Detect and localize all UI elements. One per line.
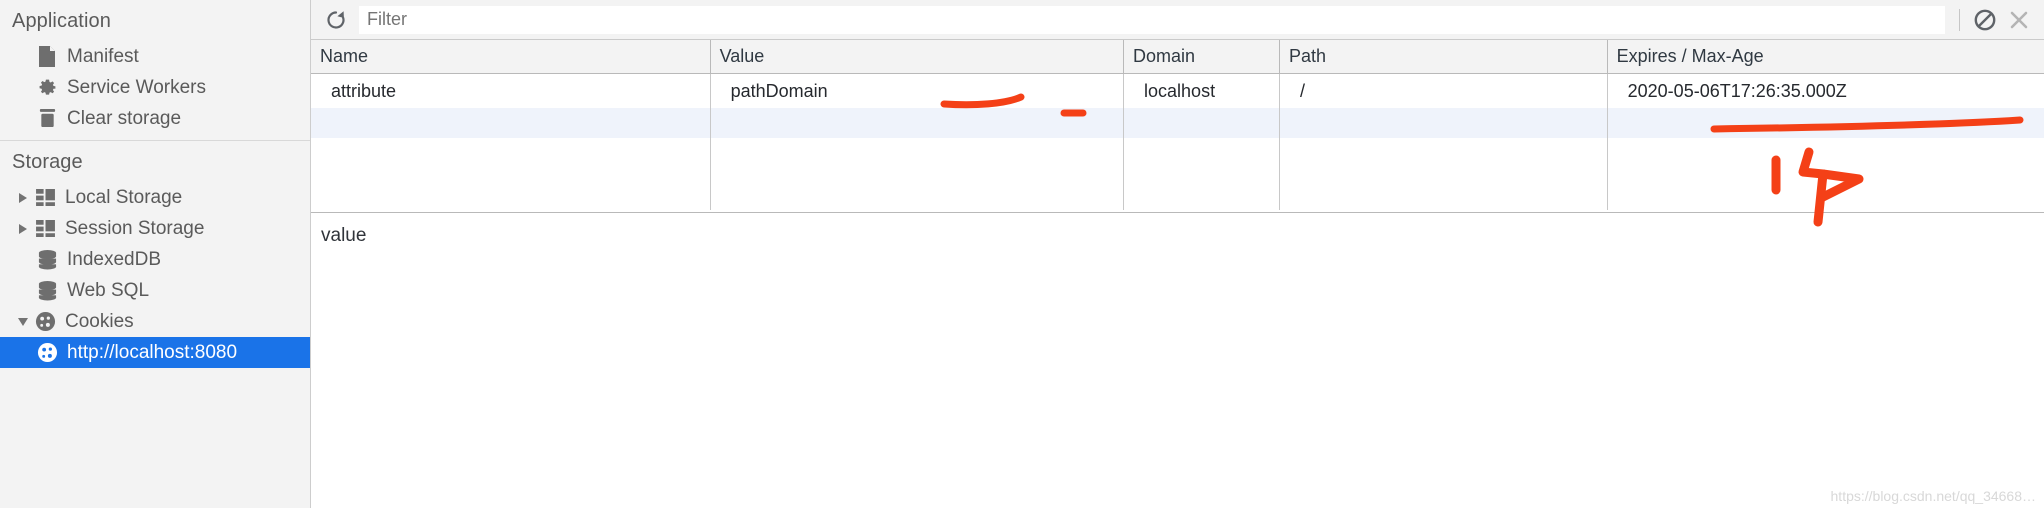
sidebar-item-indexeddb[interactable]: IndexedDB xyxy=(0,244,310,275)
sidebar-item-label: Clear storage xyxy=(67,108,182,129)
table-row-filler xyxy=(311,138,2044,210)
cell-expires[interactable]: 2020-05-06T17:26:35.000Z xyxy=(1607,73,2044,108)
cell-empty xyxy=(311,108,711,138)
cell-empty xyxy=(710,138,1125,210)
column-header-expires[interactable]: Expires / Max-Age xyxy=(1607,40,2044,74)
close-icon[interactable] xyxy=(2002,5,2036,35)
column-header-path[interactable]: Path xyxy=(1279,40,1608,74)
trash-icon xyxy=(36,108,58,130)
sidebar-item-label: http://localhost:8080 xyxy=(67,342,238,363)
cell-empty xyxy=(1279,138,1608,210)
cookie-icon xyxy=(34,311,56,333)
toolbar-separator xyxy=(1959,8,1960,31)
cookie-value-preview: value xyxy=(311,213,2044,247)
cell-empty xyxy=(1123,108,1281,138)
cookies-toolbar xyxy=(311,0,2044,40)
sidebar-item-label: Session Storage xyxy=(65,218,205,239)
database-icon xyxy=(36,249,58,271)
cell-empty xyxy=(311,138,711,210)
sidebar-item-web-sql[interactable]: Web SQL xyxy=(0,275,310,306)
sidebar: Application Manifest Service Workers Cle… xyxy=(0,0,311,508)
filter-input[interactable] xyxy=(359,5,1945,34)
clear-icon[interactable] xyxy=(1968,5,2002,35)
cell-empty xyxy=(1607,108,2044,138)
table-row-filler xyxy=(311,108,2044,138)
sidebar-item-label: Local Storage xyxy=(65,187,183,208)
devtools-application-panel: Application Manifest Service Workers Cle… xyxy=(0,0,2044,508)
sidebar-item-service-workers[interactable]: Service Workers xyxy=(0,72,310,103)
cookies-table: Name Value Domain Path Expires / Max-Age… xyxy=(311,40,2044,210)
table-icon xyxy=(34,218,56,240)
cell-path[interactable]: / xyxy=(1279,73,1608,108)
watermark: https://blog.csdn.net/qq_34668… xyxy=(1830,488,2036,504)
sidebar-section-application-title: Application xyxy=(12,10,111,32)
database-icon xyxy=(36,280,58,302)
table-header-row: Name Value Domain Path Expires / Max-Age xyxy=(311,40,2044,74)
chevron-right-icon[interactable] xyxy=(14,192,32,203)
sidebar-item-manifest[interactable]: Manifest xyxy=(0,41,310,72)
sidebar-section-storage-title: Storage xyxy=(12,151,83,173)
column-header-name[interactable]: Name xyxy=(311,40,711,74)
document-icon xyxy=(36,46,58,68)
cookie-icon xyxy=(36,342,58,364)
sidebar-item-clear-storage[interactable]: Clear storage xyxy=(0,103,310,134)
sidebar-item-session-storage[interactable]: Session Storage xyxy=(0,213,310,244)
cookies-table-wrapper: Name Value Domain Path Expires / Max-Age… xyxy=(311,40,2044,213)
sidebar-item-label: Service Workers xyxy=(67,77,207,98)
column-header-value[interactable]: Value xyxy=(710,40,1125,74)
table-icon xyxy=(34,187,56,209)
cell-value[interactable]: pathDomain xyxy=(710,73,1125,108)
sidebar-item-local-storage[interactable]: Local Storage xyxy=(0,182,310,213)
cell-domain[interactable]: localhost xyxy=(1123,73,1281,108)
main-pane: Name Value Domain Path Expires / Max-Age… xyxy=(311,0,2044,508)
cell-empty xyxy=(1607,138,2044,210)
chevron-right-icon[interactable] xyxy=(14,223,32,234)
sidebar-item-label: IndexedDB xyxy=(67,249,162,270)
sidebar-item-cookie-origin[interactable]: http://localhost:8080 xyxy=(0,337,310,368)
sidebar-item-cookies[interactable]: Cookies xyxy=(0,306,310,337)
refresh-icon[interactable] xyxy=(319,5,353,35)
gear-icon xyxy=(36,77,58,99)
cell-empty xyxy=(1279,108,1608,138)
cell-empty xyxy=(1123,138,1281,210)
sidebar-item-label: Web SQL xyxy=(67,280,150,301)
sidebar-item-label: Cookies xyxy=(65,311,134,332)
chevron-down-icon[interactable] xyxy=(14,317,32,326)
table-row[interactable]: attribute pathDomain localhost / 2020-05… xyxy=(311,73,2044,108)
column-header-domain[interactable]: Domain xyxy=(1123,40,1281,74)
cell-name[interactable]: attribute xyxy=(311,73,711,108)
sidebar-item-label: Manifest xyxy=(67,46,139,67)
cell-empty xyxy=(710,108,1125,138)
